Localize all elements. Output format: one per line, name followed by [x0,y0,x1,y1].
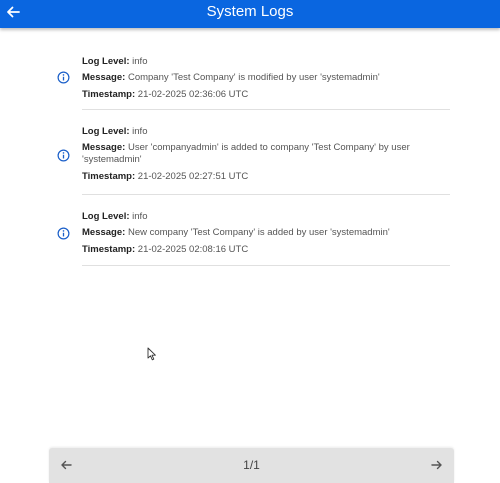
log-message-label: Message: [82,72,126,83]
mouse-cursor-icon [147,347,156,361]
info-icon [57,227,70,240]
log-timestamp-value: 21-02-2025 02:08:16 UTC [137,244,249,255]
log-message-line: Message: Company 'Test Company' is modif… [82,72,450,84]
log-timestamp-line: Timestamp: 21-02-2025 02:36:06 UTC [82,89,450,101]
log-message-value: User 'companyadmin' is added to company … [127,142,410,153]
log-timestamp-line: Timestamp: 21-02-2025 02:08:16 UTC [82,244,450,256]
log-message-line: Message: New company 'Test Company' is a… [82,227,450,239]
page-title: System Logs [206,3,294,20]
log-message-value-cont: 'systemadmin' [82,154,142,165]
page-indicator: 1/1 [243,458,260,472]
log-level-label: Log Level: [82,126,130,137]
log-level-value: info [132,56,148,67]
log-level-value: info [132,126,148,137]
log-level-value: info [132,211,148,222]
log-timestamp-label: Timestamp: [82,171,136,182]
log-message-line: Message: User 'companyadmin' is added to… [82,142,450,154]
log-message-label: Message: [82,142,126,153]
log-timestamp-value: 21-02-2025 02:36:06 UTC [137,89,249,100]
arrow-right-icon [431,460,442,470]
log-message-value: Company 'Test Company' is modified by us… [127,72,380,83]
info-icon [57,149,70,162]
log-message-label: Message: [82,227,126,238]
app-header: System Logs [0,0,500,28]
log-entry: Log Level: info Message: Company 'Test C… [57,50,450,110]
pagination-bar: 1/1 [49,448,454,483]
log-list: Log Level: info Message: Company 'Test C… [0,50,500,266]
log-message-line-cont: 'systemadmin' [82,154,450,166]
log-level-label: Log Level: [82,56,130,67]
log-level-line: Log Level: info [82,195,450,223]
log-timestamp-value: 21-02-2025 02:27:51 UTC [137,171,249,182]
next-page-button[interactable] [429,457,445,473]
log-level-line: Log Level: info [82,50,450,68]
log-timestamp-label: Timestamp: [82,89,136,100]
app: System Logs Log Level: info Message: Com… [0,0,500,483]
log-message-value: New company 'Test Company' is added by u… [127,227,390,238]
info-icon [57,71,70,84]
log-timestamp-label: Timestamp: [82,244,136,255]
log-entry: Log Level: info Message: User 'companyad… [57,110,450,195]
log-level-label: Log Level: [82,211,130,222]
log-timestamp-line: Timestamp: 21-02-2025 02:27:51 UTC [82,171,450,183]
log-level-line: Log Level: info [82,110,450,138]
log-entry: Log Level: info Message: New company 'Te… [57,195,450,266]
